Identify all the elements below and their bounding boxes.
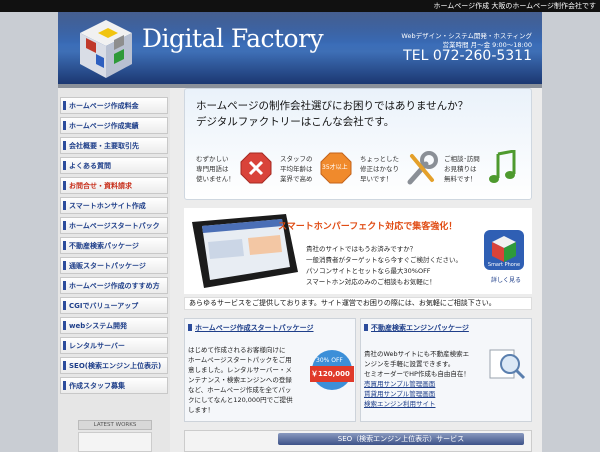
sidebar-item-label: ホームページ作成料金 (69, 102, 139, 110)
intro-headline: ホームページの制作会社選びにお困りではありませんか？ (196, 100, 469, 112)
sidebar-item-label: よくある質問 (69, 162, 111, 170)
nav-bullet-icon (63, 161, 66, 170)
smartphone-button-caption: Smart Phone (487, 262, 521, 268)
sidebar-item-ecommerce[interactable]: 通販スタートパッケージ (60, 257, 168, 274)
nav-bullet-icon (63, 301, 66, 310)
promo-line: スマートホン対応のみのご相談もお気軽に！ (306, 278, 436, 286)
realestate-heading[interactable]: 不動産検索エンジンパッケージ (371, 323, 469, 333)
phone-number: TEL 072-260-5311 (403, 48, 532, 64)
magnifier-document-icon (489, 349, 526, 380)
startpack-text: など、ホームページ作成を全てパッ (188, 386, 292, 394)
realestate-text: ンジンを手軽に設置できます。 (364, 360, 455, 368)
sidebar-item-label: webシステム開発 (69, 322, 128, 330)
nav-bullet-icon (63, 261, 66, 270)
smartphone-details-button[interactable]: Smart Phone (482, 228, 526, 280)
sidebar-item-label: レンタルサーバー (69, 342, 125, 350)
sidebar-item-websystem[interactable]: webシステム開発 (60, 317, 168, 334)
sidebar-item-cgi[interactable]: CGIでバリューアップ (60, 297, 168, 314)
startpack-text: はじめて作成されるお客様向けに (188, 346, 286, 354)
sidebar-item-label: 作成スタッフ募集 (69, 382, 125, 390)
sidebar-item-startpack[interactable]: ホームページスタートパック (60, 217, 168, 234)
heading-bullet-icon (364, 324, 368, 331)
nav-bullet-icon (63, 281, 66, 290)
seo-service-button[interactable]: SEO（検索エンジン上位表示）サービス (278, 433, 524, 445)
music-note-icon (489, 150, 516, 183)
nav-bullet-icon (63, 361, 66, 370)
promo-line: 一般消費者がターゲットなら今すぐご検討ください。 (306, 256, 462, 264)
promo-line: 貴社のサイトではもうお済みですか？ (306, 245, 417, 253)
startpack-text: ホームページスタートパックをご用 (188, 356, 292, 364)
feature-staff-age: スタッフの 平均年齢は 業界で高め (280, 155, 313, 183)
sample-sale-admin-link[interactable]: 売買用サンプル管理画面 (364, 378, 435, 388)
sidebar-item-realestate[interactable]: 不動産検索パッケージ (60, 237, 168, 254)
nav-bullet-icon (63, 201, 66, 210)
no-entry-icon (240, 152, 272, 184)
search-engine-site-link[interactable]: 検索エンジン利用サイト (364, 398, 436, 408)
sidebar-item-label: ホームページスタートパック (69, 222, 160, 230)
sidebar-item-contact[interactable]: お問合せ・資料請求 (60, 177, 168, 194)
sidebar-item-pricing[interactable]: ホームページ作成料金 (60, 97, 168, 114)
feature-free-consult: ご相談･訪問 お見積りは 無料です！ (444, 155, 480, 183)
sidebar-item-seo[interactable]: SEO(検索エンジン上位表示) (60, 357, 168, 374)
sidebar-item-label: 会社概要・主要取引先 (69, 142, 139, 150)
sidebar-item-portfolio[interactable]: ホームページ作成実績 (60, 117, 168, 134)
startpack-text: します！ (188, 406, 214, 414)
details-link[interactable]: 詳しく見る (486, 275, 526, 284)
sidebar-item-label: CGIでバリューアップ (69, 302, 139, 310)
heading-bullet-icon (188, 324, 192, 331)
cube-logo-icon[interactable] (78, 18, 134, 80)
sidebar-item-label: ホームページ作成実績 (69, 122, 139, 130)
nav-bullet-icon (63, 141, 66, 150)
discount-badge-price: ￥120,000 (311, 370, 350, 378)
discount-badge-top: 30% OFF (316, 357, 343, 364)
sidebar-item-recruit[interactable]: 作成スタッフ募集 (60, 377, 168, 394)
logo-text[interactable]: Digital Factory (142, 24, 324, 53)
startpack-text: 意しました。レンタルサーバー・メ (188, 366, 292, 374)
nav-bullet-icon (63, 221, 66, 230)
wrench-icon (407, 151, 438, 185)
nav-bullet-icon (63, 181, 66, 190)
sidebar-item-smartphone[interactable]: スマートホンサイト作成 (60, 197, 168, 214)
feature-jargon: むずかしい 専門用語は 使いません！ (196, 155, 235, 183)
intro-subheadline: デジタルファクトリーはこんな会社です。 (196, 116, 395, 128)
top-strip-text: ホームページ作成 大阪のホームページ制作会社です (433, 2, 596, 10)
nav-bullet-icon (63, 241, 66, 250)
sidebar-item-server[interactable]: レンタルサーバー (60, 337, 168, 354)
sample-rental-admin-link[interactable]: 賃貸用サンプル管理画面 (364, 388, 435, 398)
nav-bullet-icon (63, 321, 66, 330)
sidebar-item-label: お問合せ・資料請求 (69, 182, 132, 190)
latest-works-box (78, 432, 152, 452)
startpack-heading[interactable]: ホームページ作成スタートパッケージ (195, 323, 314, 333)
startpack-text: ンテナンス・検索エンジンへの登録 (188, 376, 292, 384)
promo-title: スマートホンパーフェクト対応で集客強化！ (278, 222, 458, 232)
startpack-text: クにしてなんと120,000円でご提供 (188, 396, 293, 404)
service-notice: あらゆるサービスをご提供しております。サイト運営でお困りの際には、お気軽にご相談… (184, 297, 532, 310)
top-strip: ホームページ作成 大阪のホームページ制作会社です (0, 0, 600, 12)
nav-bullet-icon (63, 381, 66, 390)
sidebar-item-label: ホームページ作成のすすめ方 (69, 282, 160, 290)
realestate-text: 貴社のWebサイトにも不動産検索エ (364, 350, 470, 358)
sidebar-item-label: 不動産検索パッケージ (69, 242, 139, 250)
promo-line: パソコンサイトとセットなら最大30%OFF (306, 267, 431, 275)
age-badge-text: 35才以上 (322, 164, 348, 171)
nav-bullet-icon (63, 341, 66, 350)
sidebar-item-company[interactable]: 会社概要・主要取引先 (60, 137, 168, 154)
sidebar-item-label: スマートホンサイト作成 (69, 202, 146, 210)
sidebar-item-label: 通販スタートパッケージ (69, 262, 146, 270)
site-header: Digital Factory Webデザイン・システム開発・ホスティング 営業… (58, 12, 542, 84)
nav-bullet-icon (63, 121, 66, 130)
feature-quick-fix: ちょっとした 修正はかなり 早いです！ (360, 155, 399, 183)
sidebar: ホームページ作成料金 ホームページ作成実績 会社概要・主要取引先 よくある質問 … (58, 88, 170, 452)
realestate-text: セミオーダーでHP作成も自由自在！ (364, 370, 470, 378)
nav-bullet-icon (63, 101, 66, 110)
latest-works-heading: LATEST WORKS (78, 420, 152, 430)
sidebar-item-label: SEO(検索エンジン上位表示) (69, 362, 162, 370)
sidebar-item-process[interactable]: ホームページ作成のすすめ方 (60, 277, 168, 294)
sidebar-item-faq[interactable]: よくある質問 (60, 157, 168, 174)
